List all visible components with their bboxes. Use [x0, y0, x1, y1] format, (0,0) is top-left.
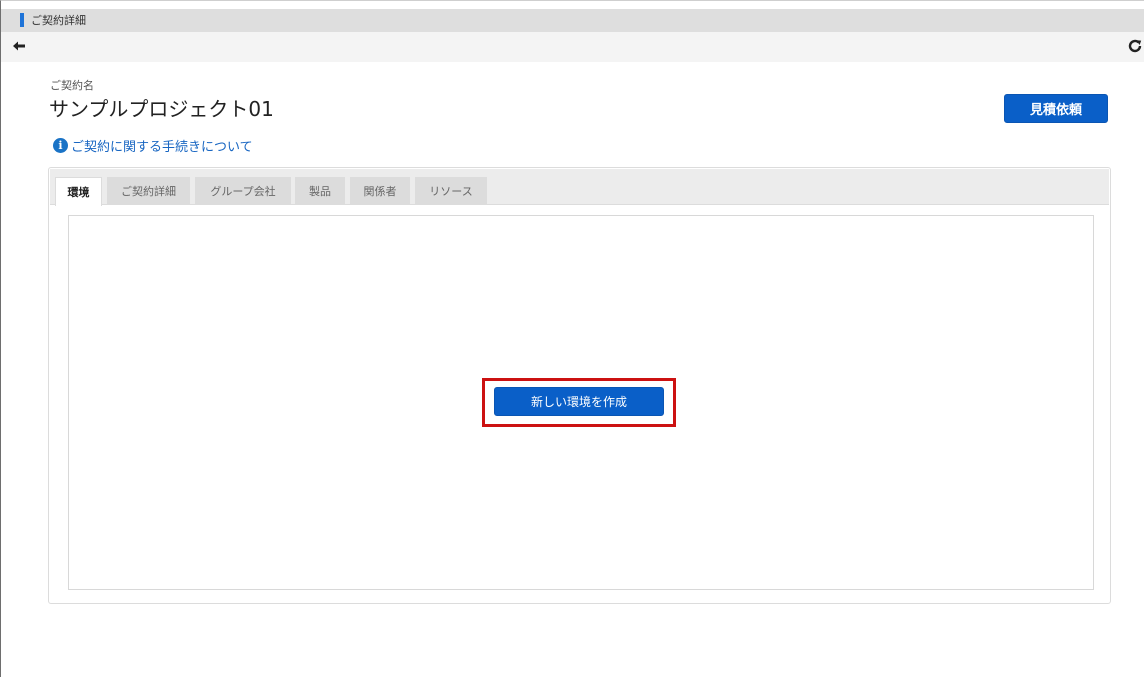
- tab-resources[interactable]: リソース: [415, 177, 487, 205]
- info-link-text: ご契約に関する手続きについて: [71, 140, 253, 155]
- refresh-icon[interactable]: [1127, 38, 1143, 54]
- window-title: ご契約詳細: [31, 14, 86, 27]
- title-bar: ご契約詳細: [1, 9, 1144, 32]
- info-icon: i: [53, 138, 68, 153]
- create-environment-button[interactable]: 新しい環境を作成: [494, 387, 664, 416]
- tab-strip: 環境 ご契約詳細 グループ会社 製品 関係者 リソース: [50, 169, 1109, 206]
- tab-group-companies[interactable]: グループ会社: [195, 177, 291, 205]
- quote-request-button[interactable]: 見積依頼: [1004, 94, 1108, 123]
- app-window: ご契約詳細 ご契約名 サンプルプロジェクト01 見積依頼 i ご契約に関する手続…: [0, 0, 1144, 677]
- page-title: サンプルプロジェクト01: [49, 97, 274, 121]
- tab-environment[interactable]: 環境: [55, 177, 102, 206]
- nav-bar: [1, 32, 1144, 62]
- arrow-left-icon[interactable]: [11, 38, 27, 54]
- tab-products[interactable]: 製品: [295, 177, 345, 205]
- title-marker: [20, 13, 24, 27]
- contract-name-label: ご契約名: [50, 79, 94, 92]
- tab-contract-details[interactable]: ご契約詳細: [107, 177, 190, 205]
- tab-stakeholders[interactable]: 関係者: [350, 177, 410, 205]
- procedures-info-link[interactable]: i ご契約に関する手続きについて: [53, 136, 253, 155]
